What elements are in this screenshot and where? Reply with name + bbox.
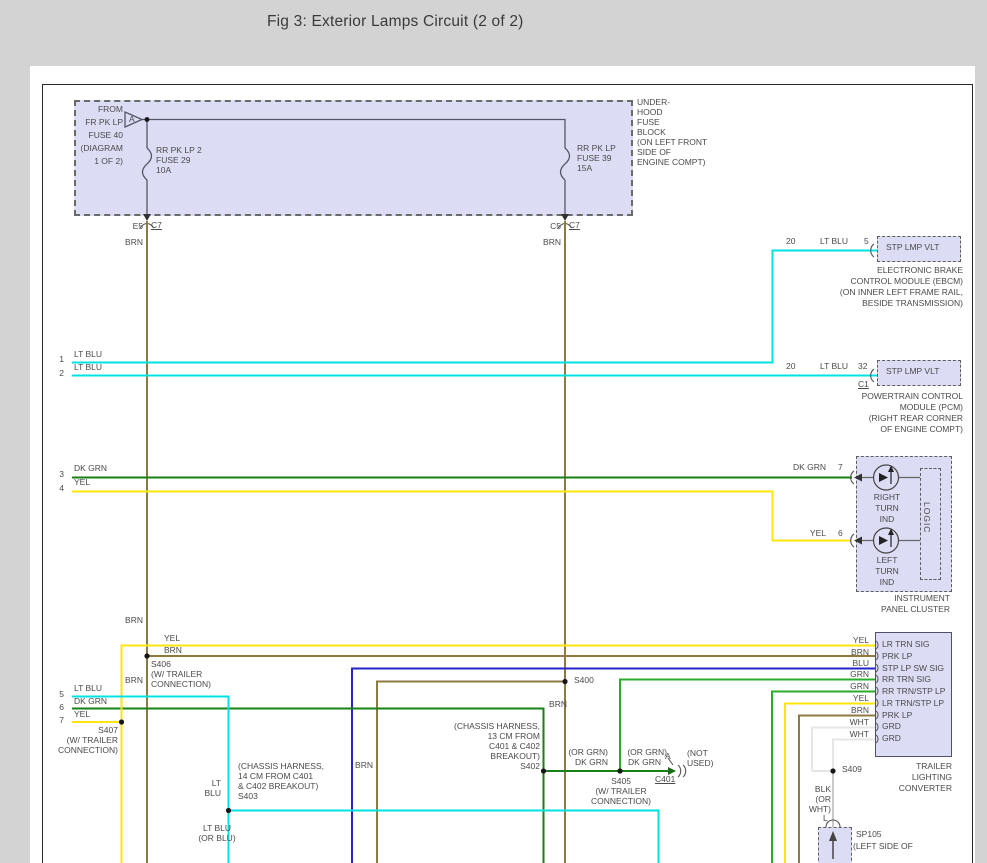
pcm-pin-label: STP LMP VLT bbox=[886, 366, 939, 376]
wire-label: DK GRN bbox=[628, 757, 661, 767]
connector-a-label: A bbox=[129, 114, 135, 124]
wire-label: BRN bbox=[549, 699, 567, 709]
wire-label: (NOT USED) bbox=[687, 748, 713, 768]
fuse29-label: RR PK LP 2 FUSE 29 10A bbox=[156, 145, 202, 175]
connector-label: C1 bbox=[858, 379, 869, 389]
connector-label: E5 bbox=[133, 221, 143, 231]
wire-label: (OR GRN) bbox=[627, 747, 667, 757]
pcm-caption: POWERTRAIN CONTROL MODULE (PCM) (RIGHT R… bbox=[713, 391, 963, 435]
fuse39-label: RR PK LP FUSE 39 15A bbox=[577, 143, 616, 173]
wire-label: YEL bbox=[810, 528, 826, 538]
wire-label: 20 bbox=[786, 361, 795, 371]
splice-label: (CHASSIS HARNESS, 13 CM FROM C401 & C402… bbox=[454, 721, 540, 771]
wire-label: LT BLU bbox=[74, 362, 102, 372]
wire-label: YEL bbox=[74, 709, 90, 719]
wire-label: YEL bbox=[853, 693, 869, 703]
wire-label: BRN bbox=[851, 705, 869, 715]
splice-label: S405 (W/ TRAILER CONNECTION) bbox=[591, 776, 651, 806]
wire-label: YEL bbox=[164, 633, 180, 643]
wire-label: YEL bbox=[853, 635, 869, 645]
right-turn-ind-label: RIGHT TURN IND bbox=[856, 492, 918, 525]
ebcm-caption: ELECTRONIC BRAKE CONTROL MODULE (EBCM) (… bbox=[713, 265, 963, 309]
converter-pin-label: STP LP SW SIG bbox=[882, 663, 944, 673]
wire-label: (OR GRN) DK GRN bbox=[568, 747, 608, 767]
ebcm-pin-label: STP LMP VLT bbox=[886, 242, 939, 252]
wire-label: BRN bbox=[125, 615, 143, 625]
wire-label: LT BLU bbox=[74, 349, 102, 359]
wire-label: DK GRN bbox=[74, 463, 107, 473]
page-title: Fig 3: Exterior Lamps Circuit (2 of 2) bbox=[267, 13, 524, 31]
wire-label: BRN bbox=[355, 760, 373, 770]
wire-label: BRN bbox=[125, 675, 143, 685]
converter-pin-label: PRK LP bbox=[882, 710, 912, 720]
wiring-diagram-page: Fig 3: Exterior Lamps Circuit (2 of 2) S… bbox=[0, 0, 987, 863]
pin-number: 5 bbox=[59, 689, 64, 699]
pin-number: 2 bbox=[59, 368, 64, 378]
splice-label: S409 bbox=[842, 764, 862, 774]
splice-label: S400 bbox=[574, 675, 594, 685]
wire-label: DK GRN bbox=[74, 696, 107, 706]
splice-label: (CHASSIS HARNESS, 14 CM FROM C401 & C402… bbox=[238, 761, 324, 801]
pin-number: 7 bbox=[838, 462, 843, 472]
left-turn-ind-label: LEFT TURN IND bbox=[856, 555, 918, 588]
connector-label: C7 bbox=[569, 220, 580, 230]
wire-label: GRN bbox=[850, 669, 869, 679]
splice-label: SP105 bbox=[856, 829, 882, 839]
wire-label: WHT bbox=[850, 717, 869, 727]
wire-label: DK GRN bbox=[793, 462, 826, 472]
pin-number: 3 bbox=[59, 469, 64, 479]
pin-number: 6 bbox=[838, 528, 843, 538]
connector-label: A bbox=[665, 751, 671, 761]
wire-label: BLU bbox=[852, 658, 869, 668]
converter-pin-label: LR TRN SIG bbox=[882, 639, 930, 649]
fuse40-source-label: FROM FR PK LP FUSE 40 (DIAGRAM 1 OF 2) bbox=[81, 103, 124, 168]
converter-pin-label: PRK LP bbox=[882, 651, 912, 661]
wire-label: BRN bbox=[543, 237, 561, 247]
converter-pin-label: RR TRN SIG bbox=[882, 674, 931, 684]
wire-label: GRN bbox=[850, 681, 869, 691]
converter-pin-label: GRD bbox=[882, 721, 901, 731]
sp105-box bbox=[818, 827, 852, 863]
wire-label: WHT bbox=[850, 729, 869, 739]
wire-label: LT BLU bbox=[204, 778, 221, 798]
ebcm-box: STP LMP VLT bbox=[877, 236, 961, 262]
pcm-box: STP LMP VLT bbox=[877, 360, 961, 386]
connector-label: C401 bbox=[655, 774, 675, 784]
wire-label: LT BLU bbox=[74, 683, 102, 693]
ipc-caption: INSTRUMENT PANEL CLUSTER bbox=[750, 593, 950, 615]
wire-label: LT BLU bbox=[820, 361, 848, 371]
connector-label: C5 bbox=[550, 221, 561, 231]
connector-label: C7 bbox=[151, 220, 162, 230]
connector-label: L bbox=[823, 813, 828, 823]
wire-label: (LEFT SIDE OF bbox=[853, 841, 913, 851]
pin-number: 6 bbox=[59, 702, 64, 712]
wire-label: 20 bbox=[786, 236, 795, 246]
pin-number: 4 bbox=[59, 483, 64, 493]
wire-label: LT BLU bbox=[820, 236, 848, 246]
converter-pin-label: RR TRN/STP LP bbox=[882, 686, 945, 696]
wire-label: BRN bbox=[164, 645, 182, 655]
trailer-lighting-converter-box: LR TRN SIG PRK LP STP LP SW SIGRR TRN SIG R… bbox=[875, 632, 952, 757]
pin-number: 7 bbox=[59, 715, 64, 725]
pin-number: 32 bbox=[858, 361, 867, 371]
splice-label: S406 (W/ TRAILER CONNECTION) bbox=[151, 659, 211, 689]
wire-label: BLK (OR WHT) bbox=[809, 784, 831, 814]
wire-label: LT BLU (OR BLU) bbox=[198, 823, 235, 843]
underhood-fuse-block-label: UNDER- HOOD FUSE BLOCK (ON LEFT FRONT SI… bbox=[637, 97, 707, 167]
converter-pin-label: GRD bbox=[882, 733, 901, 743]
converter-pin-label: LR TRN/STP LP bbox=[882, 698, 944, 708]
wire-label: BRN bbox=[125, 237, 143, 247]
logic-label: LOGIC bbox=[922, 502, 932, 533]
pin-number: 5 bbox=[864, 236, 869, 246]
wire-label: YEL bbox=[74, 477, 90, 487]
wire-label: BRN bbox=[851, 647, 869, 657]
pin-number: 1 bbox=[59, 354, 64, 364]
splice-label: S407 (W/ TRAILER CONNECTION) bbox=[58, 725, 118, 755]
